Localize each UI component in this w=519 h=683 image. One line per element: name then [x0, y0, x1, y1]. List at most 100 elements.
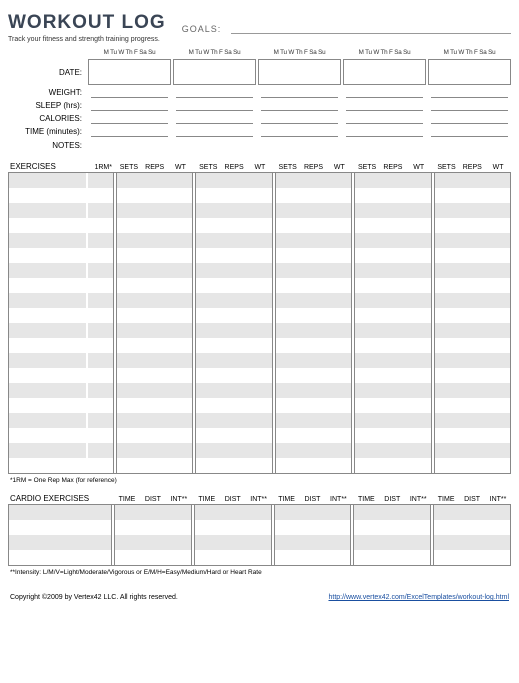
exercise-name-cell[interactable] [8, 293, 86, 308]
exercise-subcell[interactable] [460, 353, 485, 368]
exercise-subcell[interactable] [222, 338, 247, 353]
exercise-subcell[interactable] [355, 338, 380, 353]
exercise-subcell[interactable] [301, 233, 326, 248]
exercise-subcell[interactable] [222, 458, 247, 473]
exercise-subcell[interactable] [460, 263, 485, 278]
exercise-subcell[interactable] [405, 323, 430, 338]
exercise-subcell[interactable] [405, 278, 430, 293]
exercise-subcell[interactable] [196, 428, 221, 443]
exercise-name-cell[interactable] [8, 278, 86, 293]
sleep-input[interactable] [346, 100, 423, 111]
exercise-subcell[interactable] [222, 218, 247, 233]
cardio-subcell[interactable] [325, 520, 350, 535]
exercise-subcell[interactable] [301, 248, 326, 263]
exercise-subcell[interactable] [301, 458, 326, 473]
exercise-subcell[interactable] [435, 233, 460, 248]
exercise-subcell[interactable] [276, 413, 301, 428]
exercise-subcell[interactable] [380, 203, 405, 218]
exercise-subcell[interactable] [117, 443, 142, 458]
exercise-name-cell[interactable] [8, 218, 86, 233]
exercise-subcell[interactable] [276, 398, 301, 413]
exercise-subcell[interactable] [405, 203, 430, 218]
cardio-subcell[interactable] [220, 550, 245, 565]
exercise-subcell[interactable] [167, 278, 192, 293]
exercise-subcell[interactable] [276, 233, 301, 248]
exercise-subcell[interactable] [355, 368, 380, 383]
exercise-subcell[interactable] [142, 458, 167, 473]
cardio-name-cell[interactable] [8, 535, 112, 550]
exercise-subcell[interactable] [222, 263, 247, 278]
exercise-subcell[interactable] [247, 308, 272, 323]
exercise-subcell[interactable] [196, 458, 221, 473]
exercise-subcell[interactable] [355, 203, 380, 218]
exercise-subcell[interactable] [117, 218, 142, 233]
exercise-name-cell[interactable] [8, 413, 86, 428]
exercise-subcell[interactable] [405, 233, 430, 248]
notes-space[interactable] [86, 141, 511, 150]
cardio-subcell[interactable] [485, 550, 510, 565]
exercise-subcell[interactable] [196, 203, 221, 218]
exercise-subcell[interactable] [247, 233, 272, 248]
exercise-subcell[interactable] [355, 278, 380, 293]
cardio-subcell[interactable] [166, 520, 191, 535]
exercise-subcell[interactable] [405, 188, 430, 203]
exercise-subcell[interactable] [301, 278, 326, 293]
exercise-name-cell[interactable] [8, 443, 86, 458]
exercise-subcell[interactable] [167, 458, 192, 473]
exercise-subcell[interactable] [435, 338, 460, 353]
exercise-subcell[interactable] [196, 368, 221, 383]
exercise-subcell[interactable] [142, 218, 167, 233]
exercise-subcell[interactable] [222, 278, 247, 293]
cardio-subcell[interactable] [300, 550, 325, 565]
exercise-subcell[interactable] [460, 173, 485, 188]
cardio-subcell[interactable] [354, 520, 379, 535]
exercise-subcell[interactable] [117, 203, 142, 218]
weight-input[interactable] [346, 87, 423, 98]
exercise-rm-cell[interactable] [88, 338, 114, 353]
exercise-rm-cell[interactable] [88, 458, 114, 473]
exercise-subcell[interactable] [247, 263, 272, 278]
exercise-subcell[interactable] [301, 353, 326, 368]
cardio-subcell[interactable] [405, 535, 430, 550]
exercise-subcell[interactable] [355, 218, 380, 233]
exercise-rm-cell[interactable] [88, 248, 114, 263]
exercise-subcell[interactable] [196, 353, 221, 368]
exercise-rm-cell[interactable] [88, 368, 114, 383]
exercise-subcell[interactable] [405, 293, 430, 308]
cardio-subcell[interactable] [140, 520, 165, 535]
exercise-name-cell[interactable] [8, 263, 86, 278]
cardio-name-cell[interactable] [8, 550, 112, 565]
date-input[interactable] [88, 59, 171, 85]
exercise-subcell[interactable] [485, 428, 510, 443]
exercise-subcell[interactable] [326, 458, 351, 473]
exercise-subcell[interactable] [380, 308, 405, 323]
weight-input[interactable] [176, 87, 253, 98]
exercise-subcell[interactable] [435, 458, 460, 473]
exercise-subcell[interactable] [276, 443, 301, 458]
exercise-subcell[interactable] [380, 263, 405, 278]
cardio-subcell[interactable] [380, 550, 405, 565]
exercise-subcell[interactable] [435, 308, 460, 323]
exercise-subcell[interactable] [247, 458, 272, 473]
exercise-subcell[interactable] [276, 323, 301, 338]
exercise-name-cell[interactable] [8, 188, 86, 203]
exercise-subcell[interactable] [380, 248, 405, 263]
exercise-rm-cell[interactable] [88, 443, 114, 458]
cardio-subcell[interactable] [220, 535, 245, 550]
exercise-subcell[interactable] [380, 173, 405, 188]
exercise-subcell[interactable] [167, 188, 192, 203]
cardio-subcell[interactable] [434, 550, 459, 565]
exercise-rm-cell[interactable] [88, 308, 114, 323]
exercise-subcell[interactable] [460, 248, 485, 263]
exercise-subcell[interactable] [326, 383, 351, 398]
exercise-subcell[interactable] [276, 338, 301, 353]
calories-input[interactable] [176, 113, 253, 124]
exercise-subcell[interactable] [117, 293, 142, 308]
cardio-subcell[interactable] [275, 550, 300, 565]
exercise-subcell[interactable] [485, 308, 510, 323]
exercise-subcell[interactable] [485, 263, 510, 278]
exercise-subcell[interactable] [380, 188, 405, 203]
exercise-subcell[interactable] [247, 368, 272, 383]
time-input[interactable] [431, 126, 508, 137]
exercise-subcell[interactable] [142, 188, 167, 203]
